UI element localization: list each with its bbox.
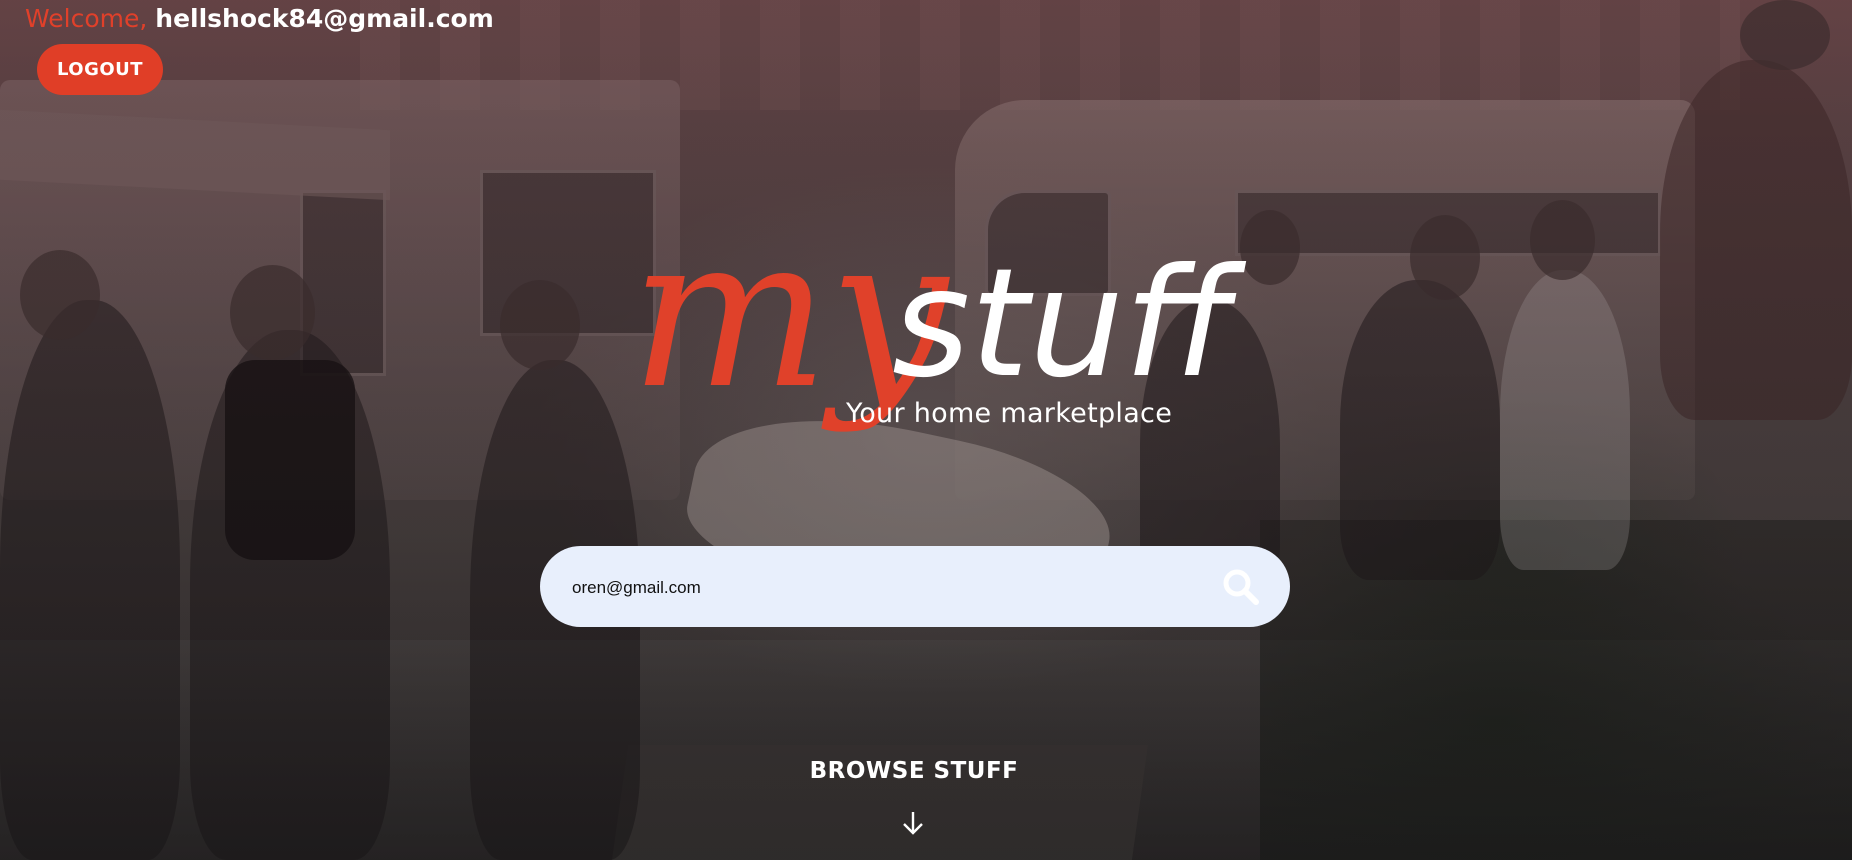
search-bar	[540, 546, 1290, 629]
mystuff-logo: my stuff	[620, 190, 1247, 520]
welcome-label: Welcome,	[25, 4, 148, 33]
search-icon[interactable]	[1222, 568, 1260, 606]
search-input[interactable]	[570, 546, 1174, 629]
logout-button[interactable]: LOGOUT	[37, 44, 163, 95]
logo-stuff-text: stuff	[892, 237, 1247, 411]
welcome-message: Welcome, hellshock84@gmail.com	[25, 3, 494, 35]
user-email: hellshock84@gmail.com	[155, 4, 494, 33]
arrow-down-icon[interactable]	[901, 810, 925, 836]
browse-stuff-link[interactable]: BROWSE STUFF	[0, 758, 1828, 784]
logo-tagline: Your home marketplace	[846, 398, 1173, 429]
